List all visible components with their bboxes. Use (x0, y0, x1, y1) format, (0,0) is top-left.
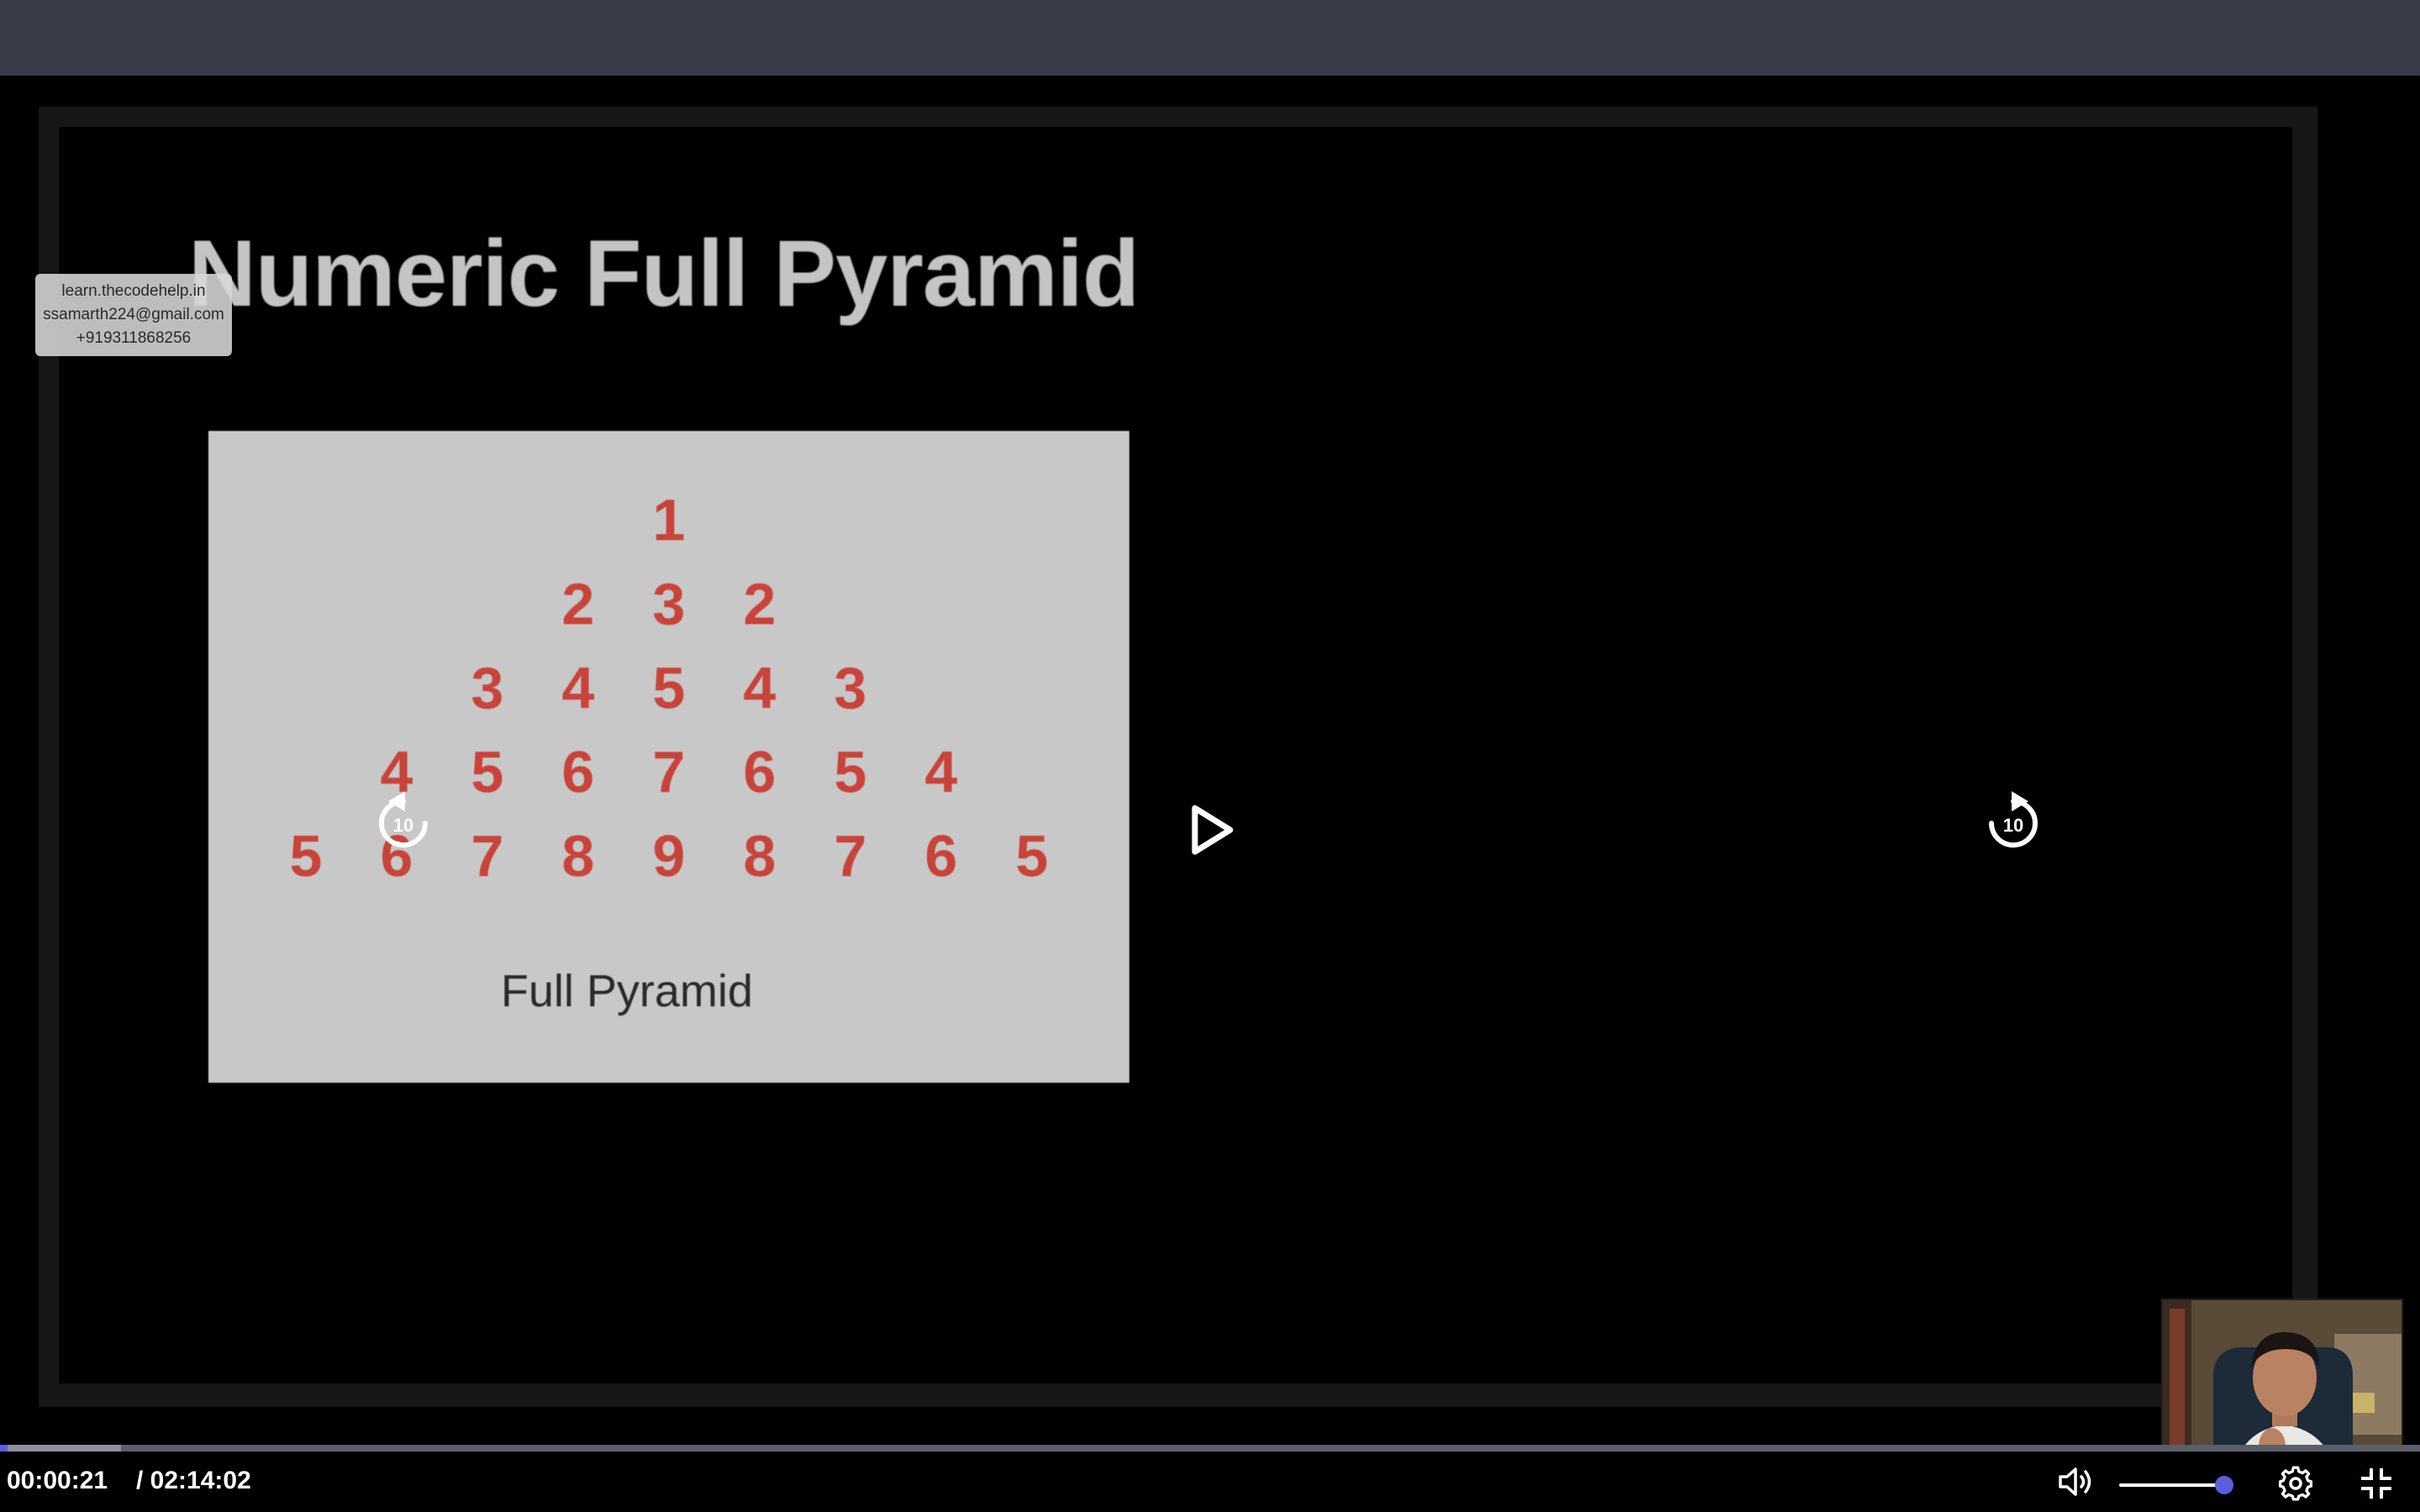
progress-bar[interactable] (0, 1445, 2420, 1452)
watermark-email: ssamarth224@gmail.com (43, 306, 224, 323)
slide-frame: Numeric Full Pyramid 1232345434567654567… (39, 107, 2317, 1407)
pyramid-number: 9 (652, 823, 686, 889)
pyramid-number: 2 (743, 571, 776, 637)
pyramid-row: 4567654 (208, 738, 1129, 806)
volume-icon[interactable] (2057, 1465, 2094, 1499)
pyramid-card: 1232345434567654567898765 Full Pyramid (208, 431, 1129, 1083)
volume-slider[interactable] (2119, 1476, 2233, 1494)
volume-slider-handle[interactable] (2214, 1476, 2233, 1494)
pyramid-row: 34543 (208, 654, 1129, 722)
top-bar (0, 0, 2420, 76)
pyramid-number: 6 (924, 823, 958, 889)
progress-played (0, 1445, 8, 1452)
pyramid-number: 5 (289, 823, 323, 889)
play-icon[interactable] (1188, 803, 1235, 857)
pyramid-number: 3 (471, 655, 504, 721)
pyramid-number: 5 (834, 739, 867, 805)
slide-title: Numeric Full Pyramid (188, 221, 1139, 326)
pyramid-number: 4 (561, 655, 595, 721)
pyramid-number: 3 (834, 655, 867, 721)
pyramid-row: 1 (208, 486, 1129, 554)
rewind-seconds-label: 10 (393, 815, 413, 836)
pyramid-number: 5 (652, 655, 686, 721)
current-time: 00:00:21 (7, 1467, 108, 1494)
forward-seconds-label: 10 (2003, 815, 2023, 836)
pyramid-number: 6 (743, 739, 776, 805)
pyramid-number: 4 (924, 739, 958, 805)
pyramid-number: 5 (471, 739, 504, 805)
progress-buffered (0, 1445, 121, 1452)
pyramid-caption: Full Pyramid (500, 966, 754, 1016)
pyramid-row: 567898765 (208, 822, 1129, 890)
pyramid-number: 7 (834, 823, 867, 889)
exit-fullscreen-icon[interactable] (2360, 1467, 2393, 1500)
pyramid-number: 1 (652, 487, 686, 553)
pyramid-number: 7 (471, 823, 504, 889)
video-area[interactable]: Numeric Full Pyramid 1232345434567654567… (0, 76, 2420, 1490)
pyramid-number: 7 (652, 739, 686, 805)
pyramid-number: 2 (561, 571, 595, 637)
control-bar: 00:00:21 / 02:14:02 (0, 1452, 2420, 1512)
pyramid-number: 8 (743, 823, 776, 889)
pyramid-number: 3 (652, 571, 686, 637)
pyramid-number: 5 (1015, 823, 1049, 889)
forward-10-icon[interactable]: 10 (1980, 790, 2047, 857)
total-time: / 02:14:02 (136, 1467, 251, 1494)
pyramid-number: 8 (561, 823, 595, 889)
settings-icon[interactable] (2277, 1465, 2314, 1502)
slide: Numeric Full Pyramid 1232345434567654567… (59, 127, 2292, 1383)
pyramid-row: 232 (208, 570, 1129, 638)
pyramid-number: 6 (561, 739, 595, 805)
pyramid-number: 4 (743, 655, 776, 721)
watermark-site: learn.thecodehelp.in (61, 282, 206, 300)
watermark: learn.thecodehelp.in ssamarth224@gmail.c… (35, 274, 232, 356)
watermark-phone: +919311868256 (76, 329, 192, 347)
rewind-10-icon[interactable]: 10 (370, 790, 437, 857)
